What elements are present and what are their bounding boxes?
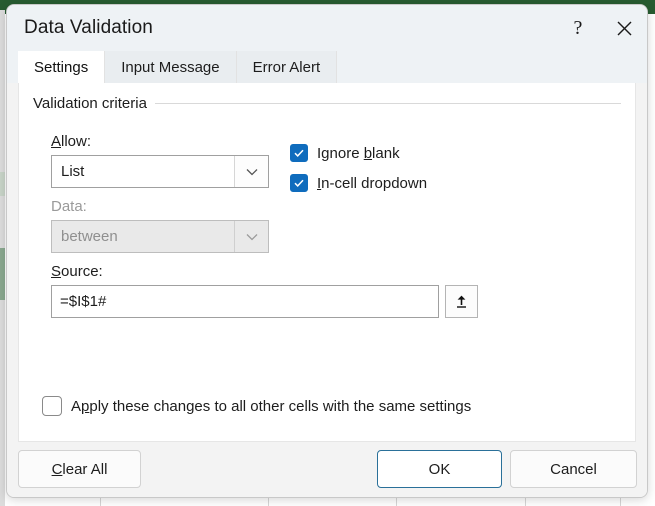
allow-selected-value: List [61, 163, 85, 180]
tab-settings-label: Settings [34, 58, 89, 76]
excel-left-edge-strip [0, 0, 5, 506]
settings-tab-panel: Validation criteria Allow: List Data: be… [18, 83, 636, 442]
tab-input-message[interactable]: Input Message [105, 51, 237, 83]
group-divider [154, 103, 621, 104]
tab-input-message-label: Input Message [121, 58, 220, 76]
source-input[interactable] [51, 285, 439, 318]
close-button[interactable] [601, 5, 647, 51]
apply-all-checkbox[interactable] [42, 396, 62, 416]
titlebar-buttons: ? [555, 5, 647, 51]
allow-combobox[interactable]: List [51, 155, 269, 188]
validation-criteria-group-header: Validation criteria [33, 95, 621, 112]
data-selected-value: between [61, 228, 118, 245]
chevron-down-icon[interactable] [234, 156, 268, 187]
ignore-blank-checkbox-row[interactable]: Ignore blank [290, 144, 400, 162]
apply-all-label: Apply these changes to all other cells w… [71, 397, 472, 415]
data-validation-dialog: Data Validation ? Settings Input Message… [6, 4, 648, 498]
ok-button[interactable]: OK [377, 450, 502, 488]
collapse-dialog-arrow-icon [457, 295, 466, 308]
allow-label: Allow: [51, 133, 92, 150]
in-cell-dropdown-label: In-cell dropdown [317, 174, 428, 192]
validation-criteria-label: Validation criteria [33, 95, 147, 112]
source-row [51, 285, 478, 318]
tab-strip: Settings Input Message Error Alert [7, 51, 647, 83]
help-button[interactable]: ? [555, 5, 601, 51]
clear-all-button[interactable]: Clear All [18, 450, 141, 488]
cancel-button[interactable]: Cancel [510, 450, 637, 488]
data-label: Data: [51, 198, 87, 215]
chevron-down-icon [234, 221, 268, 252]
checkmark-icon [294, 149, 304, 157]
close-icon [617, 21, 631, 35]
clear-all-label: Clear All [51, 460, 108, 478]
cancel-label: Cancel [550, 460, 597, 478]
question-mark-icon: ? [573, 17, 583, 39]
ignore-blank-label: Ignore blank [317, 144, 400, 162]
ignore-blank-checkbox[interactable] [290, 144, 308, 162]
source-label: Source: [51, 263, 103, 280]
checkmark-icon [294, 179, 304, 187]
in-cell-dropdown-checkbox-row[interactable]: In-cell dropdown [290, 174, 427, 192]
ok-label: OK [428, 460, 451, 478]
dialog-footer: Clear All OK Cancel [7, 442, 647, 497]
in-cell-dropdown-checkbox[interactable] [290, 174, 308, 192]
tab-settings[interactable]: Settings [18, 51, 106, 83]
tab-error-alert-label: Error Alert [252, 58, 321, 76]
apply-all-checkbox-row[interactable]: Apply these changes to all other cells w… [42, 396, 471, 416]
data-combobox: between [51, 220, 269, 253]
dialog-title: Data Validation [24, 17, 153, 38]
tab-error-alert[interactable]: Error Alert [236, 51, 338, 83]
collapse-dialog-button[interactable] [445, 285, 478, 318]
dialog-titlebar[interactable]: Data Validation ? [7, 5, 647, 51]
